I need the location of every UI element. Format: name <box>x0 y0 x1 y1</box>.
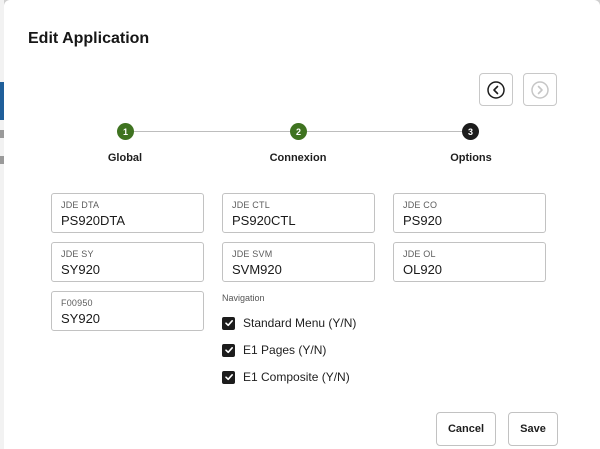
chevron-right-circle-icon <box>531 80 549 99</box>
field-label: JDE CTL <box>232 200 270 210</box>
jde-svm-field[interactable]: JDE SVM SVM920 <box>222 242 375 282</box>
e1-pages-option[interactable]: E1 Pages (Y/N) <box>222 342 326 358</box>
cancel-button[interactable]: Cancel <box>436 412 496 446</box>
save-button[interactable]: Save <box>508 412 558 446</box>
checkmark-icon <box>224 320 233 327</box>
edit-application-dialog: Edit Application 1 2 3 Global Connexion … <box>4 0 600 449</box>
standard-menu-checkbox[interactable] <box>222 316 235 330</box>
checkbox-label: Standard Menu (Y/N) <box>243 316 357 330</box>
step-2-label: Connexion <box>269 152 327 164</box>
standard-menu-option[interactable]: Standard Menu (Y/N) <box>222 315 356 331</box>
step-2-indicator[interactable]: 2 <box>290 123 307 140</box>
field-label: JDE CO <box>403 200 438 210</box>
step-connector <box>307 131 463 132</box>
field-value[interactable]: SY920 <box>61 311 100 326</box>
dialog-title: Edit Application <box>28 30 150 47</box>
next-step-button[interactable] <box>523 73 557 106</box>
jde-co-field[interactable]: JDE CO PS920 <box>393 193 546 233</box>
e1-composite-checkbox[interactable] <box>222 370 235 384</box>
checkmark-icon <box>224 347 233 354</box>
field-label: JDE OL <box>403 249 436 259</box>
step-1-indicator[interactable]: 1 <box>117 123 134 140</box>
field-value[interactable]: PS920CTL <box>232 213 296 228</box>
field-label: F00950 <box>61 298 93 308</box>
field-label: JDE SVM <box>232 249 273 259</box>
checkbox-label: E1 Composite (Y/N) <box>243 370 350 384</box>
e1-pages-checkbox[interactable] <box>222 343 235 357</box>
checkbox-label: E1 Pages (Y/N) <box>243 343 327 357</box>
step-1-label: Global <box>107 152 143 164</box>
field-value[interactable]: SVM920 <box>232 262 282 277</box>
jde-sy-field[interactable]: JDE SY SY920 <box>51 242 204 282</box>
e1-composite-option[interactable]: E1 Composite (Y/N) <box>222 369 350 385</box>
step-3-label: Options <box>450 152 492 164</box>
field-label: JDE SY <box>61 249 94 259</box>
f00950-field[interactable]: F00950 SY920 <box>51 291 204 331</box>
field-value[interactable]: SY920 <box>61 262 100 277</box>
step-3-indicator[interactable]: 3 <box>462 123 479 140</box>
jde-dta-field[interactable]: JDE DTA PS920DTA <box>51 193 204 233</box>
checkmark-icon <box>224 374 233 381</box>
field-value[interactable]: PS920DTA <box>61 213 125 228</box>
step-connector <box>134 131 291 132</box>
previous-step-button[interactable] <box>479 73 513 106</box>
chevron-left-circle-icon <box>487 80 505 99</box>
navigation-heading: Navigation <box>222 293 265 303</box>
field-value[interactable]: PS920 <box>403 213 442 228</box>
jde-ol-field[interactable]: JDE OL OL920 <box>393 242 546 282</box>
jde-ctl-field[interactable]: JDE CTL PS920CTL <box>222 193 375 233</box>
field-label: JDE DTA <box>61 200 100 210</box>
field-value[interactable]: OL920 <box>403 262 442 277</box>
